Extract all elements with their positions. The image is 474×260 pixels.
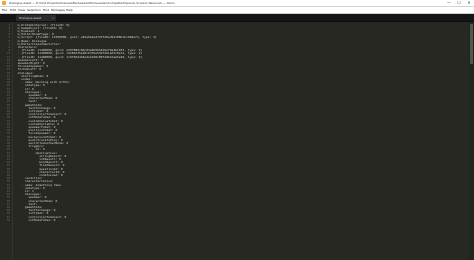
code-token: intModeToUse: 0	[28, 217, 56, 222]
line-number: 62	[6, 218, 10, 222]
tab-dialogue-asset[interactable]: Dialogue.asset ×	[16, 15, 56, 21]
line-number-gutter: 1 2 3 4 5 6 7 8 9 10 11 12 13 14 15 16 17 18 19 20 21 22 23 24 2…	[0, 22, 13, 260]
menu-view[interactable]: View	[18, 7, 25, 13]
scrollbar-thumb[interactable]	[470, 24, 473, 64]
menu-edit[interactable]: Edit	[10, 7, 16, 13]
maximize-button[interactable]: ☐	[454, 0, 464, 6]
vertical-scrollbar[interactable]	[469, 22, 474, 260]
menu-file[interactable]: File	[2, 7, 7, 13]
code-editor[interactable]: 1 2 3 4 5 6 7 8 9 10 11 12 13 14 15 16 17 18 19 20 21 22 23 24 2…	[0, 22, 474, 260]
close-button[interactable]: ✕	[464, 0, 474, 6]
title-bar: Dialogue.asset — E:\Unit Projects\Scenes…	[0, 0, 474, 7]
tab-bar: Dialogue.asset ×	[0, 14, 474, 22]
tab-close-icon[interactable]: ×	[52, 15, 54, 21]
menu-packages[interactable]: Packages	[51, 7, 65, 13]
menu-bar: File Edit View Selection Find Packages H…	[0, 7, 474, 14]
minimize-button[interactable]: —	[444, 0, 454, 6]
tab-label: Dialogue.asset	[19, 16, 42, 20]
atom-app-icon	[2, 1, 6, 5]
code-line: intModeToUse: 0	[14, 217, 56, 222]
menu-selection[interactable]: Selection	[27, 7, 41, 13]
menu-find[interactable]: Find	[43, 7, 49, 13]
menu-help[interactable]: Help	[66, 7, 73, 13]
window-title: Dialogue.asset — E:\Unit Projects\Scenes…	[9, 1, 175, 5]
